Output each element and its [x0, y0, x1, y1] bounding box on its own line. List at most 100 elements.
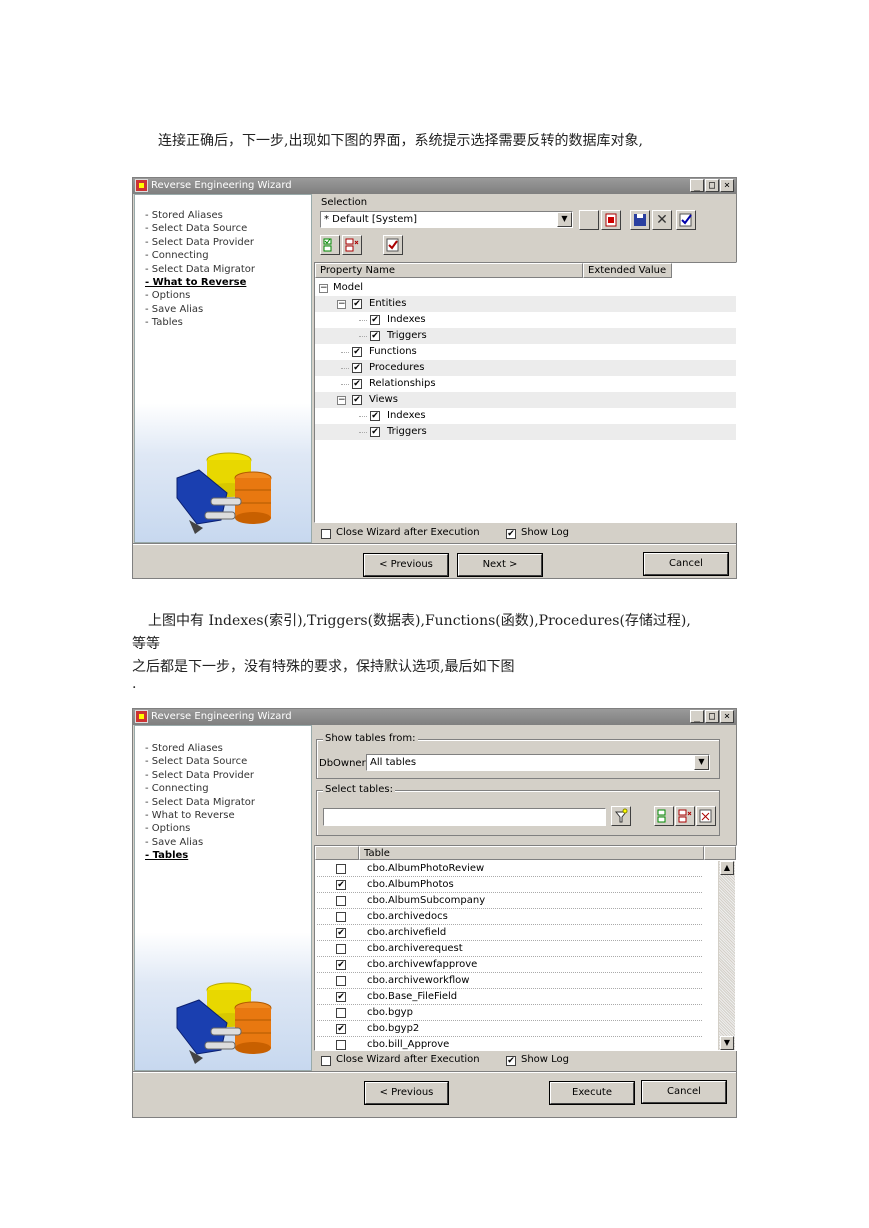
dbowner-dropdown[interactable]: All tables ▼ [366, 754, 710, 771]
save-icon[interactable] [630, 210, 650, 230]
maximize-button[interactable]: □ [705, 710, 719, 723]
open-toolbar-button[interactable] [601, 210, 621, 230]
tree-row[interactable]: − ✔ Entities [315, 296, 736, 312]
table-checkbox[interactable] [336, 1008, 346, 1018]
table-checkbox[interactable]: ✔ [336, 1024, 346, 1034]
table-checkbox[interactable] [336, 1040, 346, 1050]
scroll-down-button[interactable]: ▼ [720, 1036, 734, 1050]
step-item: - Select Data Migrator [145, 263, 256, 275]
table-checkbox[interactable] [336, 912, 346, 922]
tree-row[interactable]: ✔ Indexes [315, 312, 736, 328]
table-name: cbo.archivedocs [367, 911, 448, 922]
tree-checkbox[interactable]: ✔ [370, 331, 380, 341]
tree-checkbox[interactable]: ✔ [352, 299, 362, 309]
table-row[interactable]: cbo.bgyp [315, 1005, 715, 1021]
dbowner-value: All tables [370, 757, 417, 768]
table-row[interactable]: ✔ cbo.archivewfapprove [315, 957, 715, 973]
previous-button[interactable]: < Previous [364, 1081, 449, 1105]
vertical-scrollbar[interactable]: ▲ ▼ [718, 861, 735, 1050]
tree-checkbox[interactable]: ✔ [370, 427, 380, 437]
tree-checkbox[interactable]: ✔ [370, 315, 380, 325]
paragraph-objects-line1: 上图中有 Indexes(索引),Triggers(数据表),Functions… [148, 613, 691, 629]
table-row[interactable]: cbo.bill_Approve [315, 1037, 715, 1050]
table-row[interactable]: ✔ cbo.Base_FileField [315, 989, 715, 1005]
properties-toolbar-button[interactable] [579, 210, 599, 230]
table-checkbox[interactable]: ✔ [336, 880, 346, 890]
tree-row[interactable]: ✔ Relationships [315, 376, 736, 392]
table-row[interactable]: ✔ cbo.AlbumPhotos [315, 877, 715, 893]
table-row[interactable]: cbo.AlbumSubcompany [315, 893, 715, 909]
cancel-button[interactable]: Cancel [641, 1080, 727, 1104]
uncheck-all-icon[interactable] [342, 235, 362, 255]
step-item: - Select Data Source [145, 223, 248, 235]
table-checkbox[interactable] [336, 976, 346, 986]
invert-check-icon[interactable] [696, 806, 716, 826]
check-all-icon[interactable] [654, 806, 674, 826]
invert-check-icon[interactable] [383, 235, 403, 255]
tree-connector [359, 320, 367, 321]
table-row[interactable]: cbo.AlbumPhotoReview [315, 861, 715, 877]
table-filter-input[interactable] [323, 808, 606, 826]
next-button[interactable]: Next > [457, 553, 543, 577]
tree-checkbox[interactable]: ✔ [352, 347, 362, 357]
table-row[interactable]: ✔ cbo.archivefield [315, 925, 715, 941]
tree-row[interactable]: − ✔ Views [315, 392, 736, 408]
table-checkbox[interactable]: ✔ [336, 960, 346, 970]
chevron-down-icon[interactable]: ▼ [557, 212, 572, 227]
minimize-button[interactable]: _ [690, 179, 704, 192]
scroll-up-button[interactable]: ▲ [720, 861, 734, 875]
table-name: cbo.bgyp2 [367, 1023, 420, 1034]
collapse-toggle-icon[interactable]: − [337, 396, 346, 405]
column-header-table[interactable]: Table [359, 846, 704, 860]
filter-icon[interactable] [611, 806, 631, 826]
table-row[interactable]: cbo.archivedocs [315, 909, 715, 925]
table-checkbox[interactable]: ✔ [336, 928, 346, 938]
minimize-button[interactable]: _ [690, 710, 704, 723]
close-wizard-checkbox[interactable] [321, 529, 331, 539]
cancel-button[interactable]: Cancel [643, 552, 729, 576]
tree-connector [341, 368, 349, 369]
previous-button[interactable]: < Previous [363, 553, 449, 577]
column-header-property[interactable]: Property Name [315, 263, 583, 278]
tree-row[interactable]: ✔ Procedures [315, 360, 736, 376]
check-all-icon[interactable] [320, 235, 340, 255]
tree-checkbox[interactable]: ✔ [352, 395, 362, 405]
collapse-toggle-icon[interactable]: − [337, 300, 346, 309]
close-button[interactable]: × [720, 710, 734, 723]
title-bar[interactable]: Reverse Engineering Wizard _ □ × [133, 178, 736, 194]
close-button[interactable]: × [720, 179, 734, 192]
table-checkbox[interactable] [336, 864, 346, 874]
execute-button[interactable]: Execute [549, 1081, 635, 1105]
show-tables-title: Show tables from: [323, 733, 418, 744]
show-log-checkbox[interactable]: ✔ [506, 1056, 516, 1066]
maximize-button[interactable]: □ [705, 179, 719, 192]
tree-row[interactable]: ✔ Indexes [315, 408, 736, 424]
tree-row[interactable]: ✔ Functions [315, 344, 736, 360]
table-checkbox[interactable]: ✔ [336, 992, 346, 1002]
app-icon [135, 179, 148, 192]
table-row[interactable]: cbo.archiveworkflow [315, 973, 715, 989]
title-bar[interactable]: Reverse Engineering Wizard _ □ × [133, 709, 736, 725]
tree-label: Indexes [387, 314, 426, 325]
show-log-checkbox[interactable]: ✔ [506, 529, 516, 539]
table-checkbox[interactable] [336, 944, 346, 954]
tree-row[interactable]: − Model [315, 280, 736, 296]
tree-row[interactable]: ✔ Triggers [315, 328, 736, 344]
collapse-toggle-icon[interactable]: − [319, 284, 328, 293]
chevron-down-icon[interactable]: ▼ [694, 755, 709, 770]
table-row[interactable]: ✔ cbo.bgyp2 [315, 1021, 715, 1037]
tree-checkbox[interactable]: ✔ [352, 379, 362, 389]
tree-checkbox[interactable]: ✔ [352, 363, 362, 373]
tree-row[interactable]: ✔ Triggers [315, 424, 736, 440]
table-row[interactable]: cbo.archiverequest [315, 941, 715, 957]
check-list-icon[interactable] [676, 210, 696, 230]
table-checkbox[interactable] [336, 896, 346, 906]
column-header-extended[interactable]: Extended Value [583, 263, 672, 278]
close-wizard-label: Close Wizard after Execution [336, 1054, 480, 1065]
selection-dropdown[interactable]: * Default [System] ▼ [320, 211, 573, 228]
dbowner-label: DbOwner: [319, 758, 369, 769]
close-wizard-checkbox[interactable] [321, 1056, 331, 1066]
delete-icon[interactable]: ✕ [652, 210, 672, 230]
uncheck-all-icon[interactable] [675, 806, 695, 826]
tree-checkbox[interactable]: ✔ [370, 411, 380, 421]
